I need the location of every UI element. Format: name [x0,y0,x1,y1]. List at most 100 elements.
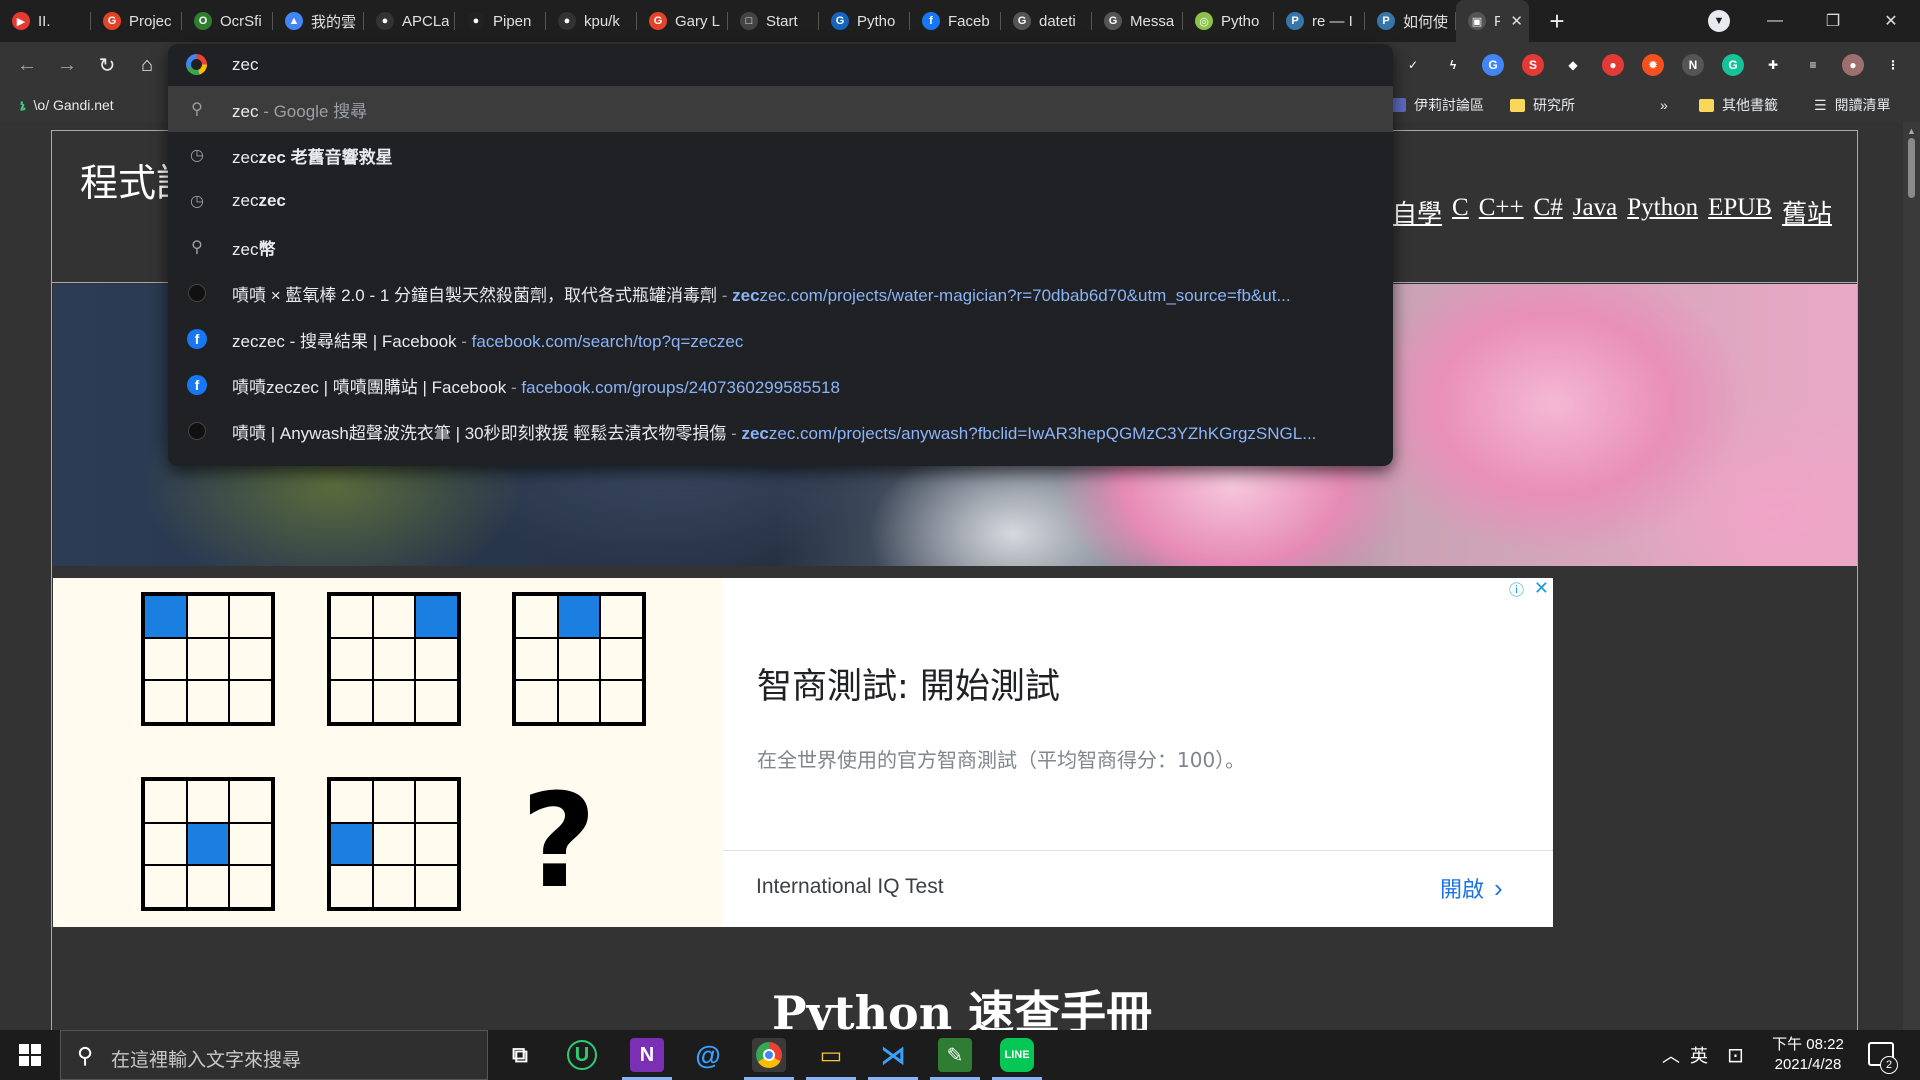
reading-list-button[interactable]: ☰ 閱讀清單 [1814,94,1891,116]
omnibox-suggestion[interactable]: ◷ zeczec [168,178,1393,224]
bookmarks-overflow-button[interactable]: » [1660,94,1668,116]
browser-tab[interactable]: ● kpu/k [546,0,637,42]
diamond-icon[interactable]: ◆ [1562,54,1584,76]
pen-app-icon[interactable]: ✎ [930,1038,980,1080]
browser-tab-active[interactable]: ▣ Py ✕ [1456,0,1529,42]
puzzle-cell [557,637,601,681]
bookmark-folder-other[interactable]: 其他書籤 [1699,94,1778,116]
browser-tab[interactable]: G Messa [1092,0,1183,42]
start-button[interactable] [0,1030,60,1080]
omnibox-suggestion[interactable]: ◷ zeczec 老舊音響救星 [168,132,1393,178]
ime-indicator[interactable]: 英 [1690,1030,1708,1080]
record-icon[interactable]: ● [1602,54,1624,76]
tab-favicon-icon: ● [467,12,485,30]
site-nav-link[interactable]: 舊站 [1782,194,1832,230]
upwork-icon[interactable]: U [567,1040,597,1070]
site-nav-link[interactable]: Python [1627,194,1698,230]
advertisement[interactable]: ? 智商測試: 開始測試 在全世界使用的官方智商測試（平均智商得分：100）。 … [53,578,1553,927]
taskbar-clock[interactable]: 下午 08:22 2021/4/28 [1768,1035,1848,1075]
chrome-icon[interactable] [744,1038,794,1080]
browser-tab[interactable]: ● APCLa [364,0,455,42]
reload-button[interactable]: ↻ [92,50,122,80]
taskbar-search[interactable]: ⚲ 在這裡輸入文字來搜尋 [60,1030,488,1080]
task-view-icon[interactable]: ⧉ [503,1038,537,1072]
maximize-button[interactable]: ❐ [1804,0,1862,42]
omnibox-suggestion[interactable]: ⚲ zec - Google 搜尋 [168,86,1393,132]
tab-title: dateti [1039,12,1076,30]
grammarly-icon[interactable]: G [1722,54,1744,76]
site-nav-link[interactable]: EPUB [1708,194,1772,230]
page-scrollbar[interactable]: ▲ [1903,122,1920,1030]
menu-icon[interactable]: ⋮ [1882,54,1904,76]
fire-icon[interactable]: ✹ [1642,54,1664,76]
profile-avatar[interactable]: ● [1842,54,1864,76]
ad-close-icon[interactable]: ✕ [1534,578,1549,599]
omnibox-dropdown: zec ⚲ zec - Google 搜尋 ◷ zeczec 老舊音響救星 ◷ zecze… [168,44,1393,466]
ad-divider [723,850,1553,851]
puzzle-cell [600,680,643,723]
omnibox-suggestion[interactable]: 嘖嘖 × 藍氧棒 2.0 - 1 分鐘自製天然殺菌劑，取代各式瓶罐消毒劑 - z… [168,270,1393,316]
browser-tab[interactable]: □ Start [728,0,819,42]
site-nav-link[interactable]: C++ [1479,194,1524,230]
address-input[interactable]: zec [232,55,258,75]
browser-tab[interactable]: Gdateti [1001,0,1092,42]
check-icon[interactable]: ✓ [1402,54,1424,76]
browser-tab[interactable]: f Faceb [910,0,1001,42]
site-nav-link[interactable]: C [1452,194,1469,230]
onenote-icon[interactable]: N [622,1038,672,1080]
reading-list-icon[interactable]: ≡ [1802,54,1824,76]
browser-tab[interactable]: Pre — I [1274,0,1365,42]
home-button[interactable]: ⌂ [132,50,162,80]
ad-title[interactable]: 智商測試: 開始測試 [757,658,1060,709]
browser-tab[interactable]: O OcrSfi [182,0,273,42]
notion-icon[interactable]: N [1682,54,1704,76]
tab-close-icon[interactable]: ✕ [1510,12,1523,30]
back-button[interactable]: ← [12,50,42,80]
ad-open-button[interactable]: 開啟 › [1440,872,1503,904]
browser-tab[interactable]: G Projec [91,0,182,42]
ad-info-icon[interactable]: ⓘ [1509,579,1527,599]
address-bar[interactable]: zec [168,44,1393,86]
omnibox-suggestion[interactable]: 嘖嘖 | Anywash超聲波洗衣筆 | 30秒即刻救援 輕鬆去漬衣物零損傷 -… [168,408,1393,454]
browser-tab[interactable]: ◎ Pytho [1183,0,1274,42]
file-explorer-icon[interactable]: ▭ [806,1038,856,1080]
close-window-button[interactable]: ✕ [1862,0,1920,42]
browser-tab[interactable]: P 如何使 [1365,0,1456,42]
tab-search-button[interactable]: ▼ [1708,10,1730,32]
at-app-icon[interactable]: @ [691,1038,725,1072]
omnibox-suggestion[interactable]: f zeczec - 搜尋結果 | Facebook - facebook.com… [168,316,1393,362]
tab-favicon-icon: ● [558,12,576,30]
puzzle-cell [330,595,373,638]
browser-tab[interactable]: ▲ 我的雲 [273,0,364,42]
omnibox-suggestion[interactable]: f 嘖嘖zeczec | 嘖嘖團購站 | Facebook - facebook.… [168,362,1393,408]
site-nav-link[interactable]: Java [1573,194,1617,230]
browser-tab[interactable]: G Pytho [819,0,910,42]
suggestion-url: Google 搜尋 [274,102,368,121]
line-icon[interactable]: LINE [992,1038,1042,1080]
browser-tab[interactable]: ▶ II. [0,0,91,42]
browser-tab[interactable]: ● Pipen [455,0,546,42]
site-nav-link[interactable]: C# [1534,194,1563,230]
new-tab-button[interactable]: + [1537,0,1577,42]
scroll-up-arrow-icon[interactable]: ▲ [1907,126,1916,136]
tray-overflow-icon[interactable]: ︿ [1662,1030,1680,1080]
translate-icon[interactable]: G [1482,54,1504,76]
bookmark-folder-institute[interactable]: 研究所 [1510,94,1575,116]
bookmark-gandi[interactable]: ኔ \o/ Gandi.net [20,94,114,116]
scroll-thumb[interactable] [1908,138,1915,198]
search-icon: ⚲ [191,239,203,256]
s-extension-icon[interactable]: S [1522,54,1544,76]
browser-tab[interactable]: G Gary L [637,0,728,42]
puzzle-icon[interactable]: ✚ [1762,54,1784,76]
omnibox-suggestion[interactable]: ⚲ zec幣 [168,224,1393,270]
input-mode-icon[interactable]: ⊡ [1727,1030,1744,1080]
vscode-icon[interactable]: ⋊ [868,1038,918,1080]
tab-favicon-icon: ● [376,12,394,30]
minimize-button[interactable]: — [1746,0,1804,42]
suggestion-text: zec幣 [232,235,275,260]
tab-title: Pytho [1221,12,1260,30]
forward-button[interactable]: → [52,50,82,80]
bookmark-label: \o/ Gandi.net [33,97,114,113]
bolt-icon[interactable]: ϟ [1442,54,1464,76]
bookmark-forum[interactable]: 伊莉討論區 [1392,94,1484,116]
